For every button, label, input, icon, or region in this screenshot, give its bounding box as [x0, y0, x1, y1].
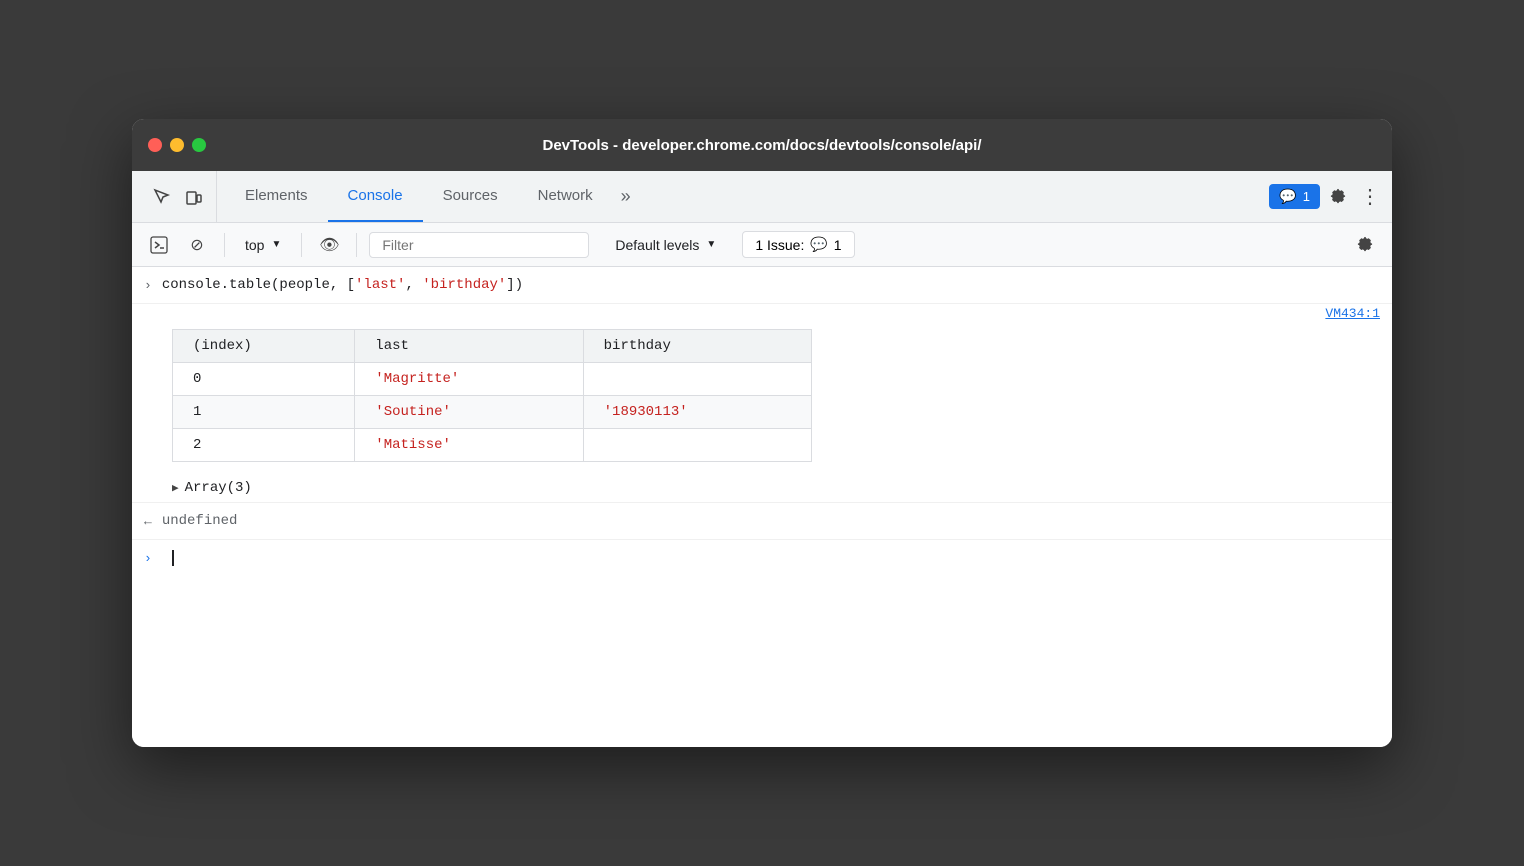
cell-birthday-1: '18930113': [583, 396, 811, 429]
console-table: (index) last birthday 0 'Magritte' 1 'So…: [172, 329, 812, 462]
tabs: Elements Console Sources Network »: [225, 171, 1269, 222]
tab-bar-right: 💬 1 ⋮: [1269, 171, 1384, 222]
filter-input[interactable]: [369, 232, 589, 258]
toolbar-divider-2: [301, 233, 302, 257]
tab-sources[interactable]: Sources: [423, 171, 518, 222]
cell-index-0: 0: [173, 363, 355, 396]
console-table-container: (index) last birthday 0 'Magritte' 1 'So…: [132, 329, 1392, 474]
console-command: console.table(people, ['last', 'birthday…: [162, 277, 523, 293]
more-options-icon[interactable]: ⋮: [1356, 183, 1384, 211]
issues-badge-button[interactable]: 💬 1: [1269, 184, 1320, 209]
cursor: [172, 550, 174, 566]
context-selector[interactable]: top ▼: [237, 233, 289, 257]
input-arrow: ›: [144, 277, 152, 293]
cell-index-2: 2: [173, 429, 355, 462]
expand-arrow-icon: ▶: [172, 481, 179, 495]
tab-elements[interactable]: Elements: [225, 171, 328, 222]
cell-last-2: 'Matisse': [355, 429, 583, 462]
execute-script-icon[interactable]: [144, 230, 174, 260]
console-prompt-line[interactable]: ›: [132, 540, 1392, 577]
col-header-index: (index): [173, 330, 355, 363]
close-button[interactable]: [148, 138, 162, 152]
title-bar: DevTools - developer.chrome.com/docs/dev…: [132, 119, 1392, 171]
issues-count-button[interactable]: 1 Issue: 💬 1: [742, 231, 854, 258]
prompt-cursor-line: [170, 550, 174, 567]
cell-birthday-2: [583, 429, 811, 462]
inspect-element-icon[interactable]: [148, 183, 176, 211]
cell-last-1: 'Soutine': [355, 396, 583, 429]
table-row: 1 'Soutine' '18930113': [173, 396, 812, 429]
window-title: DevTools - developer.chrome.com/docs/dev…: [542, 137, 981, 154]
table-row: 2 'Matisse': [173, 429, 812, 462]
toolbar-divider-3: [356, 233, 357, 257]
settings-gear-icon[interactable]: [1324, 183, 1352, 211]
devtools-window: DevTools - developer.chrome.com/docs/dev…: [132, 119, 1392, 747]
message-icon: 💬: [1279, 188, 1296, 205]
tab-bar: Elements Console Sources Network » 💬 1: [132, 171, 1392, 223]
minimize-button[interactable]: [170, 138, 184, 152]
col-header-last: last: [355, 330, 583, 363]
tab-bar-icons: [140, 171, 217, 222]
return-value-line: ← undefined: [132, 502, 1392, 540]
eye-icon[interactable]: 👁: [314, 230, 344, 260]
cell-birthday-0: [583, 363, 811, 396]
cell-index-1: 1: [173, 396, 355, 429]
console-command-line: › console.table(people, ['last', 'birthd…: [132, 267, 1392, 304]
console-settings-icon[interactable]: [1350, 230, 1380, 260]
log-levels-dropdown[interactable]: Default levels ▼: [605, 233, 726, 257]
more-tabs-button[interactable]: »: [613, 171, 639, 222]
vm-reference: VM434:1: [132, 304, 1392, 329]
tab-console[interactable]: Console: [328, 171, 423, 222]
no-entry-icon[interactable]: ⊘: [182, 230, 212, 260]
array-expandable[interactable]: ▶ Array(3): [132, 474, 1392, 502]
prompt-arrow-icon: ›: [144, 550, 152, 566]
toolbar-divider-1: [224, 233, 225, 257]
console-output: › console.table(people, ['last', 'birthd…: [132, 267, 1392, 747]
cell-last-0: 'Magritte': [355, 363, 583, 396]
issue-message-icon: 💬: [810, 236, 827, 253]
traffic-lights: [148, 138, 206, 152]
device-toolbar-icon[interactable]: [180, 183, 208, 211]
tab-network[interactable]: Network: [518, 171, 613, 222]
maximize-button[interactable]: [192, 138, 206, 152]
table-row: 0 'Magritte': [173, 363, 812, 396]
col-header-birthday: birthday: [583, 330, 811, 363]
return-arrow-icon: ←: [144, 514, 152, 529]
console-toolbar: ⊘ top ▼ 👁 Default levels ▼ 1 Issue: 💬 1: [132, 223, 1392, 267]
